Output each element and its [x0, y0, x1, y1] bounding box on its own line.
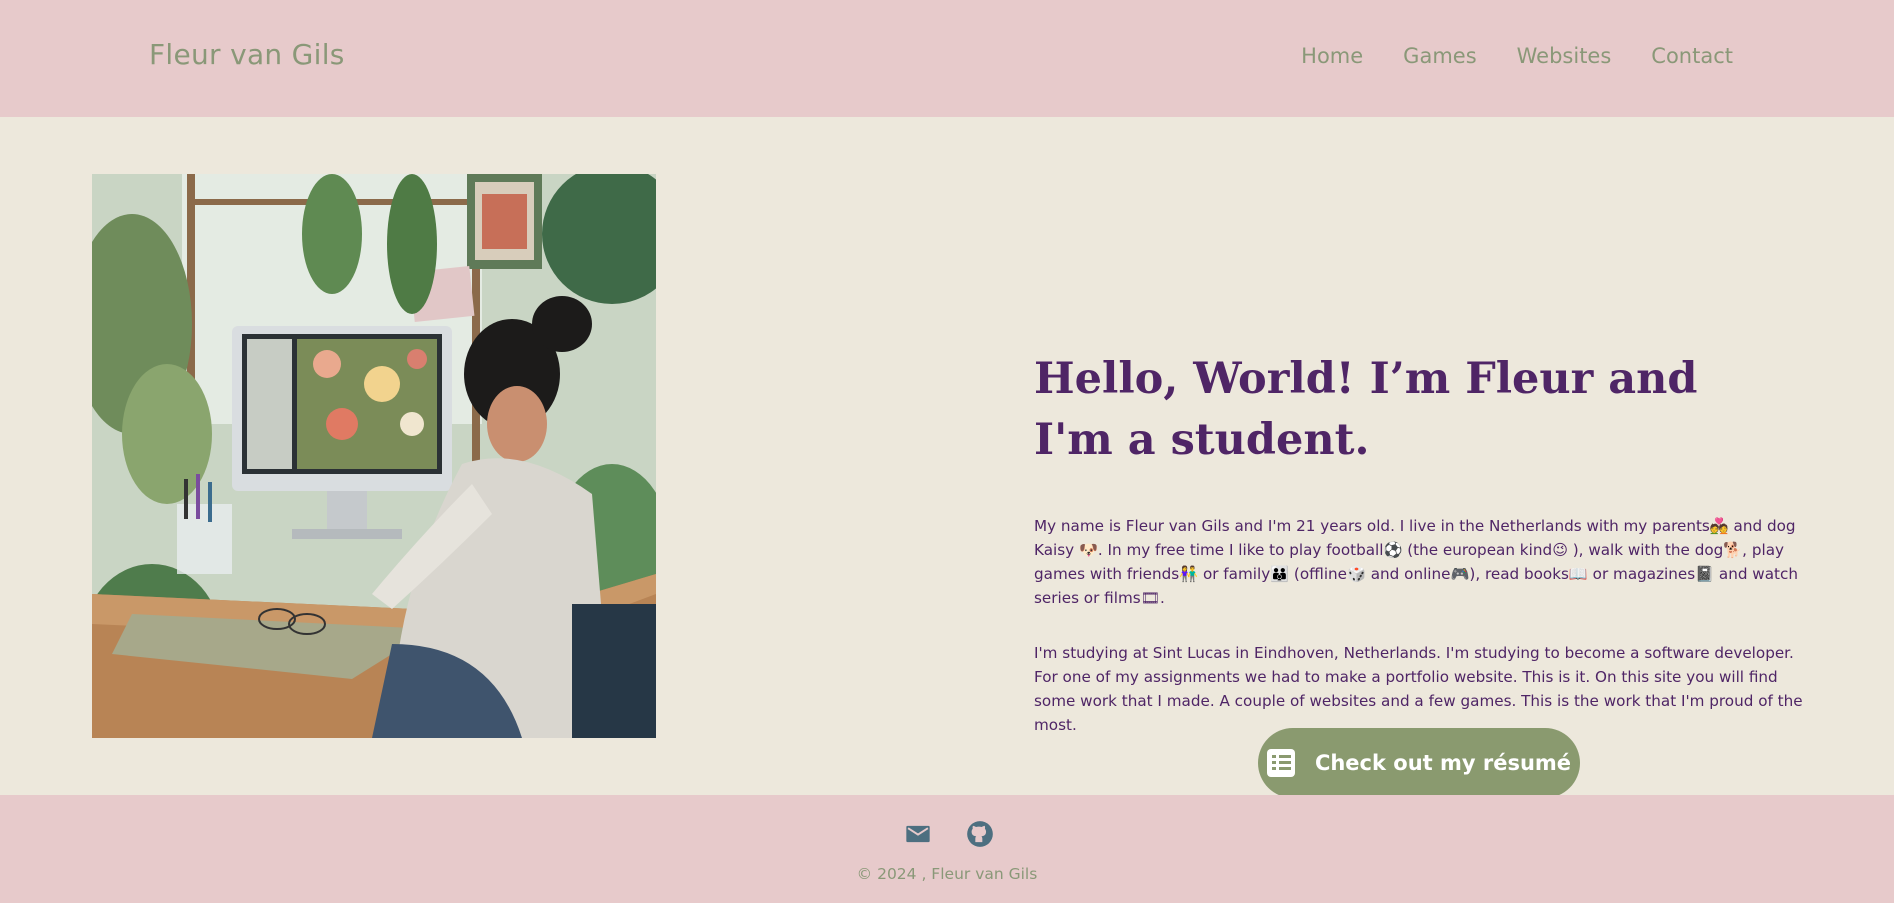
main-nav: Home Games Websites Contact — [1301, 44, 1733, 68]
page-title: Hello, World! I’m Fleur and I'm a studen… — [1034, 354, 1698, 465]
resume-button-label: Check out my résumé — [1314, 751, 1572, 775]
site-header: Fleur van Gils Home Games Websites Conta… — [0, 0, 1894, 117]
nav-websites[interactable]: Websites — [1517, 44, 1612, 68]
site-footer: © 2024 , Fleur van Gils — [0, 795, 1894, 903]
nav-home[interactable]: Home — [1301, 44, 1363, 68]
mail-icon[interactable] — [904, 820, 932, 848]
hero-illustration — [92, 174, 656, 738]
copyright-text: © 2024 , Fleur van Gils — [856, 865, 1038, 883]
main-content: Hello, World! I’m Fleur and I'm a studen… — [0, 117, 1894, 798]
github-icon[interactable] — [966, 820, 994, 848]
intro-paragraph: My name is Fleur van Gils and I'm 21 yea… — [1034, 517, 1798, 607]
nav-games[interactable]: Games — [1403, 44, 1476, 68]
list-icon — [1266, 749, 1295, 777]
resume-button[interactable]: Check out my résumé — [1258, 728, 1580, 798]
nav-contact[interactable]: Contact — [1651, 44, 1733, 68]
footer-links — [904, 820, 994, 848]
study-paragraph: I'm studying at Sint Lucas in Eindhoven,… — [1034, 644, 1803, 734]
site-brand[interactable]: Fleur van Gils — [149, 38, 345, 71]
